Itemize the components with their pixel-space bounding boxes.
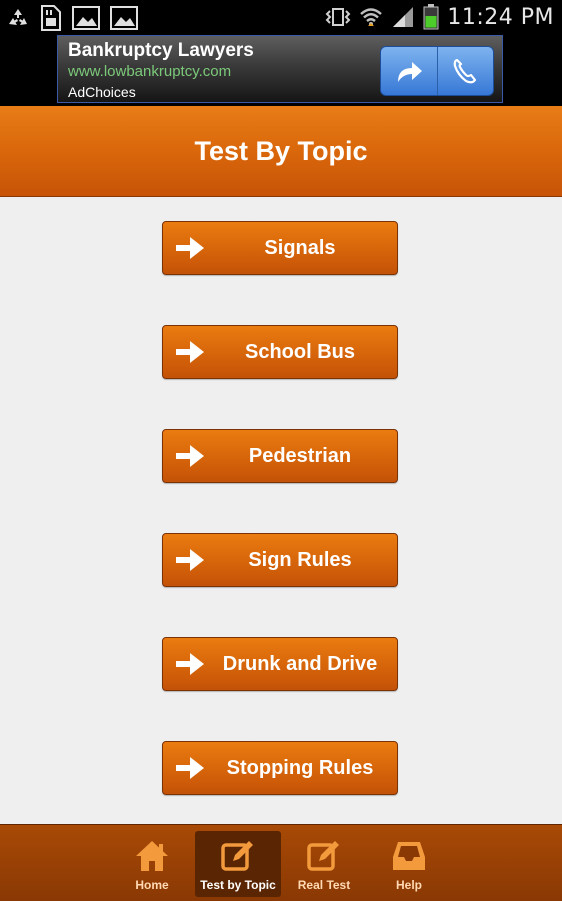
- arrow-right-icon: [176, 341, 204, 363]
- arrow-right-icon: [176, 445, 204, 467]
- phone-icon: [453, 58, 477, 84]
- topic-label: Stopping Rules: [226, 757, 374, 779]
- nav-label: Help: [395, 878, 422, 892]
- image-icon: [72, 6, 100, 30]
- ad-action-buttons: [380, 46, 494, 96]
- arrow-right-icon: [176, 757, 204, 779]
- topic-button-signals[interactable]: Signals: [162, 221, 398, 275]
- system-icons: 11:24 PM: [325, 4, 554, 30]
- edit-icon: [307, 841, 339, 871]
- topic-label: Signals: [264, 237, 336, 259]
- topic-button-stopping-rules[interactable]: Stopping Rules: [162, 741, 398, 795]
- signal-icon: [393, 7, 414, 27]
- inbox-icon: [393, 842, 425, 870]
- nav-label: Home: [135, 878, 169, 892]
- home-icon: [136, 841, 168, 871]
- topic-button-school-bus[interactable]: School Bus: [162, 325, 398, 379]
- topic-label: Drunk and Drive: [222, 653, 378, 675]
- nav-label: Real Test: [297, 878, 351, 892]
- clock: 11:24 PM: [447, 4, 554, 30]
- topic-label: School Bus: [244, 341, 355, 363]
- notification-icons: [6, 5, 138, 31]
- ad-url[interactable]: www.lowbankruptcy.com: [68, 63, 231, 80]
- share-arrow-icon: [397, 62, 422, 82]
- battery-icon: [423, 4, 439, 30]
- nav-help[interactable]: Help: [366, 831, 452, 897]
- nav-label: Test by Topic: [200, 878, 276, 892]
- arrow-right-icon: [176, 653, 204, 675]
- vibrate-icon: [325, 8, 351, 26]
- topic-button-sign-rules[interactable]: Sign Rules: [162, 533, 398, 587]
- bottom-navigation: Home Test by Topic Real Test Help: [0, 824, 562, 901]
- header-bar: Test By Topic: [0, 106, 562, 197]
- image-icon: [110, 6, 138, 30]
- arrow-right-icon: [176, 549, 204, 571]
- edit-icon: [221, 841, 253, 871]
- topic-label: Pedestrian: [248, 445, 352, 467]
- ad-share-button[interactable]: [381, 47, 437, 95]
- topic-label: Sign Rules: [248, 549, 352, 571]
- page-title: Test By Topic: [194, 136, 368, 166]
- status-bar: 11:24 PM: [0, 0, 562, 34]
- ad-area: Bankruptcy Lawyers www.lowbankruptcy.com…: [0, 34, 562, 106]
- ad-call-button[interactable]: [436, 47, 494, 95]
- topic-button-pedestrian[interactable]: Pedestrian: [162, 429, 398, 483]
- nav-real-test[interactable]: Real Test: [281, 831, 367, 897]
- ad-title[interactable]: Bankruptcy Lawyers: [68, 40, 254, 62]
- ad-choices-link[interactable]: AdChoices: [68, 84, 136, 100]
- nav-home[interactable]: Home: [109, 831, 195, 897]
- wifi-icon: [360, 8, 383, 26]
- sd-card-icon: [41, 5, 61, 31]
- recycle-icon: [9, 9, 27, 25]
- nav-test-by-topic[interactable]: Test by Topic: [195, 831, 281, 897]
- topic-button-drunk-and-drive[interactable]: Drunk and Drive: [162, 637, 398, 691]
- ad-banner[interactable]: Bankruptcy Lawyers www.lowbankruptcy.com…: [57, 35, 503, 103]
- arrow-right-icon: [176, 237, 204, 259]
